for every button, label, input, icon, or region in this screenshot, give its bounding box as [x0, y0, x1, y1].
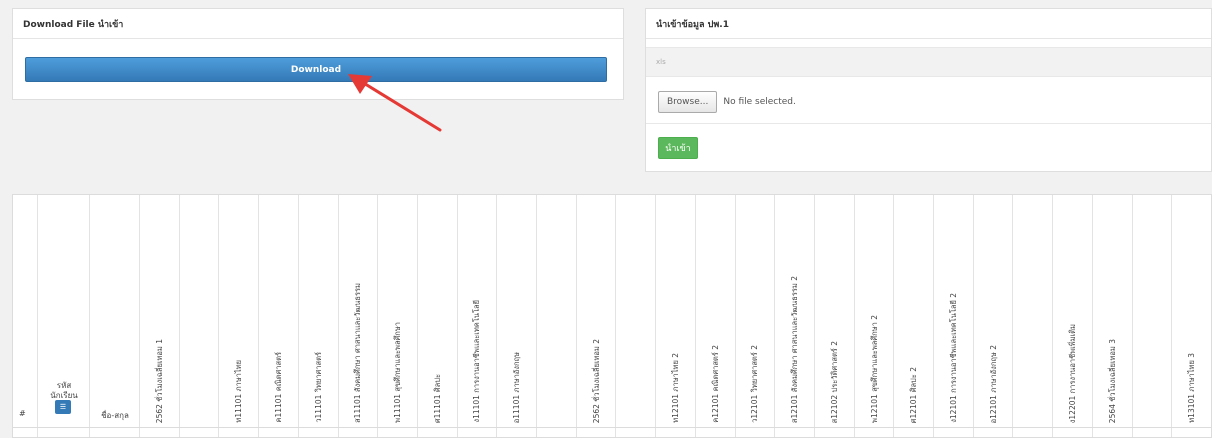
column-divider	[416, 195, 418, 437]
subject-column-header: ศ11101 ศิลปะ	[432, 373, 442, 423]
subject-column-header: ท13101 ภาษาไทย 3	[1187, 353, 1197, 423]
column-divider	[496, 195, 498, 437]
column-divider	[655, 195, 657, 437]
grade-table-header: # รหัส นักเรียน ☰ ชื่อ-สกุล 2562 ชั่วโมง…	[12, 194, 1212, 438]
column-divider	[853, 195, 855, 437]
subject-column-header: ศ12101 ศิลปะ 2	[909, 366, 919, 423]
subject-column-header: ง11101 การงานอาชีพและเทคโนโลยี	[472, 300, 482, 423]
upload-panel: นำเข้าข้อมูล ปพ.1 xls Browse... No file …	[645, 8, 1212, 172]
download-panel-title: Download File นำเข้า	[13, 9, 623, 39]
subject-column-header: ง12101 การงานอาชีพและเทคโนโลยี 2	[948, 293, 958, 423]
column-divider	[575, 195, 577, 437]
subject-column-header: ว12101 วิทยาศาสตร์ 2	[750, 345, 760, 423]
subject-column-header: ส12102 ประวัติศาสตร์ 2	[829, 340, 839, 423]
file-status-text: No file selected.	[723, 97, 796, 107]
browse-button[interactable]: Browse...	[658, 91, 718, 113]
column-divider	[694, 195, 696, 437]
student-id-header: รหัส นักเรียน	[50, 381, 78, 400]
table-row-divider	[13, 427, 1211, 428]
download-button[interactable]: Download	[25, 57, 607, 82]
subject-column-header: 2562 ชั่วโมงเฉลี่ยเทอม 1	[154, 338, 164, 423]
column-divider	[615, 195, 617, 437]
file-input: Browse... No file selected.	[658, 91, 796, 113]
column-divider	[297, 195, 299, 437]
upload-info-text: xls	[656, 58, 666, 66]
column-divider	[178, 195, 180, 437]
download-panel: Download File นำเข้า Download	[12, 8, 624, 100]
subject-column-header: ท11101 ภาษาไทย	[234, 360, 244, 423]
column-divider	[1052, 195, 1054, 437]
subject-column-header: 2562 ชั่วโมงเฉลี่ยเทอม 2	[591, 338, 601, 423]
column-divider	[89, 195, 90, 437]
subject-column-header: ง12201 การงานอาชีพเพิ่มเติม	[1068, 323, 1078, 423]
subject-column-header: ว11101 วิทยาศาสตร์	[313, 352, 323, 423]
subject-column-header: 2564 ชั่วโมงเฉลี่ยเทอม 3	[1107, 338, 1117, 423]
column-divider	[813, 195, 815, 437]
column-divider	[456, 195, 458, 437]
column-divider	[933, 195, 935, 437]
subject-column-header: ค11101 คณิตศาสตร์	[273, 352, 283, 423]
column-divider	[893, 195, 895, 437]
import-button[interactable]: นำเข้า	[658, 137, 698, 159]
upload-panel-title: นำเข้าข้อมูล ปพ.1	[646, 9, 1211, 39]
index-header: #	[19, 409, 26, 418]
column-divider	[139, 195, 140, 437]
subject-column-header: อ12101 ภาษาอังกฤษ 2	[988, 344, 998, 423]
subject-column-header: พ11101 สุขศึกษาและพลศึกษา	[393, 322, 403, 423]
sort-icon[interactable]: ☰	[55, 400, 71, 414]
column-divider	[734, 195, 736, 437]
divider	[646, 123, 1211, 124]
column-divider	[972, 195, 974, 437]
column-divider	[536, 195, 538, 437]
arrow-annotation-icon	[348, 74, 442, 132]
name-header: ชื่อ-สกุล	[101, 411, 129, 420]
subject-column-header: ท12101 ภาษาไทย 2	[671, 353, 680, 423]
column-divider	[774, 195, 776, 437]
column-divider	[1012, 195, 1014, 437]
subject-column-header: ส12101 สังคมศึกษา ศาสนาและวัฒนธรรม 2	[790, 275, 800, 423]
subject-column-header: ค12101 คณิตศาสตร์ 2	[710, 345, 720, 423]
subject-column-header: พ12101 สุขศึกษาและพลศึกษา 2	[869, 315, 879, 423]
column-divider	[37, 195, 38, 437]
column-divider	[258, 195, 260, 437]
column-divider	[377, 195, 379, 437]
subject-column-header: ส11101 สังคมศึกษา ศาสนาและวัฒนธรรม	[353, 283, 363, 423]
subject-column-header: อ11101 ภาษาอังกฤษ	[512, 351, 522, 423]
column-divider	[1171, 195, 1173, 437]
column-divider	[218, 195, 220, 437]
column-divider	[1091, 195, 1093, 437]
upload-info-row: xls	[646, 47, 1211, 77]
column-divider	[337, 195, 339, 437]
column-divider	[1131, 195, 1133, 437]
